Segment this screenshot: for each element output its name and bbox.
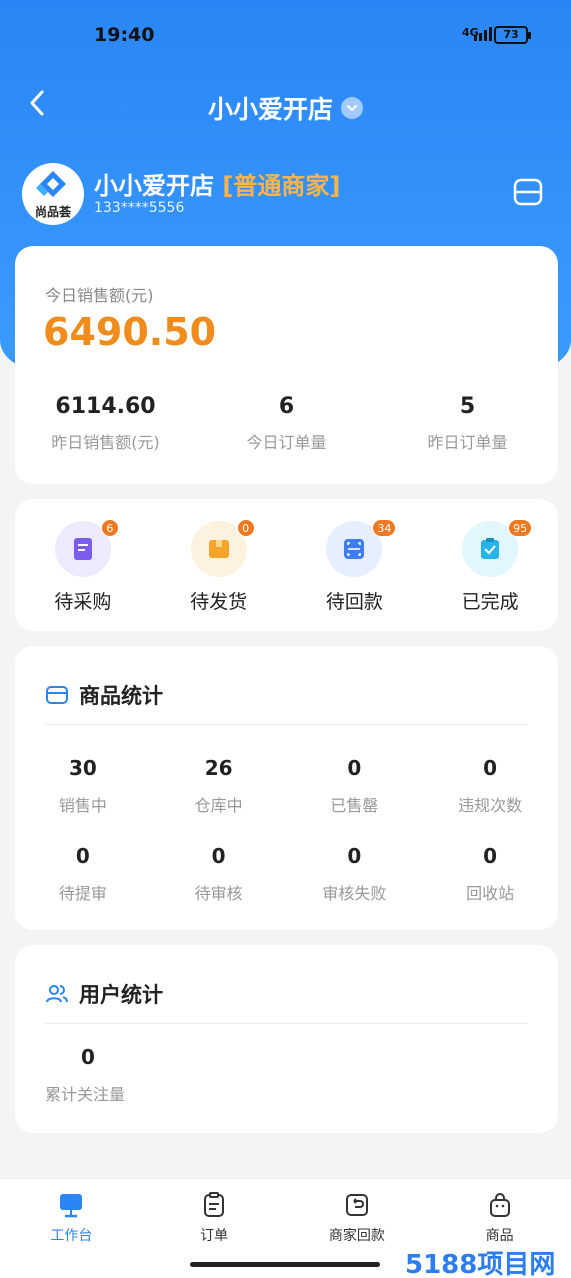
- stat-value: 5: [459, 394, 476, 419]
- stat-under-review[interactable]: 0 待审核: [151, 844, 287, 904]
- stat-on-sale[interactable]: 30 销售中: [15, 756, 151, 816]
- store-name: 小小爱开店 [普通商家]: [94, 166, 340, 201]
- store-logo: 尚品荟: [22, 163, 84, 225]
- stat-followers[interactable]: 0 累计关注量: [45, 1045, 131, 1105]
- order-label: 待发货: [190, 591, 248, 613]
- store-name-text: 小小爱开店: [94, 172, 214, 200]
- stat-label: 昨日销售额(元): [51, 433, 160, 452]
- count-badge: 95: [508, 519, 533, 537]
- store-switcher[interactable]: 小小爱开店: [0, 90, 571, 126]
- stat-value: 6: [278, 394, 295, 419]
- stat-recycle-bin[interactable]: 0 回收站: [422, 844, 558, 904]
- stat-label: 待提审: [58, 884, 107, 903]
- logo-text: 尚品荟: [34, 205, 71, 219]
- user-stats-card: 用户统计 0 累计关注量: [15, 945, 558, 1133]
- stat-value: 0: [347, 844, 362, 868]
- section-header: 用户统计: [45, 979, 163, 1009]
- switch-icon: [513, 178, 543, 206]
- stat-value: 26: [204, 756, 233, 780]
- stat-label: 仓库中: [194, 796, 243, 815]
- chevron-down-icon: [341, 97, 363, 119]
- users-icon: [46, 985, 68, 1003]
- stat-label: 待审核: [194, 884, 243, 903]
- divider: [45, 724, 528, 725]
- stat-value: 0: [347, 756, 362, 780]
- stat-value: 0: [483, 844, 498, 868]
- order-label: 待回款: [325, 591, 383, 613]
- order-completed[interactable]: 95 已完成: [422, 499, 558, 631]
- count-badge: 0: [236, 519, 255, 537]
- stat-label: 违规次数: [458, 796, 523, 815]
- order-icon: [204, 1192, 225, 1217]
- page-title: 小小爱开店: [207, 95, 333, 124]
- section-title: 用户统计: [79, 983, 163, 1007]
- stat-value: 0: [483, 756, 498, 780]
- refund-icon: [345, 1194, 368, 1216]
- goods-stats-card: 商品统计 30 销售中 26 仓库中 0 已售罄 0 违规次数 0 待提审 0 待审核 0 审…: [15, 646, 558, 930]
- count-badge: 6: [100, 519, 119, 537]
- stat-review-failed[interactable]: 0 审核失败: [287, 844, 423, 904]
- sales-card: 今日销售额(元) 6490.50 6114.60 昨日销售额(元) 6 今日订单…: [15, 246, 558, 484]
- stat-value: 0: [81, 1045, 95, 1069]
- stat-to-submit[interactable]: 0 待提审: [15, 844, 151, 904]
- stat-value: 6114.60: [55, 394, 156, 419]
- divider: [45, 1023, 528, 1024]
- stat-label: 累计关注量: [45, 1085, 126, 1104]
- order-pending-payment[interactable]: 34 待回款: [287, 499, 423, 631]
- battery-icon: 73: [494, 26, 531, 44]
- stat-label: 回收站: [466, 884, 515, 903]
- stat-in-warehouse[interactable]: 26 仓库中: [151, 756, 287, 816]
- order-label: 已完成: [461, 591, 519, 613]
- switch-account-button[interactable]: [512, 176, 544, 208]
- section-title: 商品统计: [79, 684, 163, 708]
- stat-label: 销售中: [58, 796, 107, 815]
- stat-label: 已售罄: [330, 796, 379, 815]
- today-orders[interactable]: 6 今日订单量: [196, 394, 377, 453]
- watermark: 5188项目网: [405, 1250, 556, 1278]
- stat-value: 30: [68, 756, 97, 780]
- stat-violations[interactable]: 0 违规次数: [422, 756, 558, 816]
- tab-label: 工作台: [50, 1228, 93, 1244]
- tab-workbench[interactable]: 工作台: [0, 1179, 143, 1278]
- stat-label: 今日订单量: [246, 433, 327, 452]
- stat-label: 审核失败: [322, 884, 387, 903]
- order-label: 待采购: [54, 591, 112, 613]
- stat-value: 0: [211, 844, 226, 868]
- tab-label: 商品: [485, 1228, 514, 1244]
- stat-label: 昨日订单量: [427, 433, 508, 452]
- merchant-level-tag: [普通商家]: [222, 172, 341, 200]
- card-icon: [46, 686, 68, 704]
- signal-icon: [474, 27, 492, 41]
- monitor-icon: [60, 1194, 83, 1218]
- order-status-card: 6 待采购 0 待发货 34 待回款 95 已完成: [15, 499, 558, 631]
- status-bar: 19:40 4G 73: [0, 0, 571, 70]
- today-sales-value: 6490.50: [43, 310, 217, 354]
- count-badge: 34: [372, 519, 397, 537]
- today-sales-label: 今日销售额(元): [45, 286, 154, 305]
- order-pending-purchase[interactable]: 6 待采购: [15, 499, 151, 631]
- tab-label: 订单: [200, 1228, 229, 1244]
- section-header: 商品统计: [45, 680, 163, 710]
- tab-label: 商家回款: [328, 1228, 385, 1244]
- stat-value: 0: [75, 844, 90, 868]
- store-phone: 133****5556: [94, 200, 185, 216]
- order-pending-shipment[interactable]: 0 待发货: [151, 499, 287, 631]
- yesterday-sales[interactable]: 6114.60 昨日销售额(元): [15, 394, 196, 453]
- status-time: 19:40: [94, 24, 155, 46]
- yesterday-orders[interactable]: 5 昨日订单量: [377, 394, 558, 453]
- home-indicator: [190, 1262, 380, 1267]
- stat-sold-out[interactable]: 0 已售罄: [287, 756, 423, 816]
- bag-icon: [489, 1193, 510, 1217]
